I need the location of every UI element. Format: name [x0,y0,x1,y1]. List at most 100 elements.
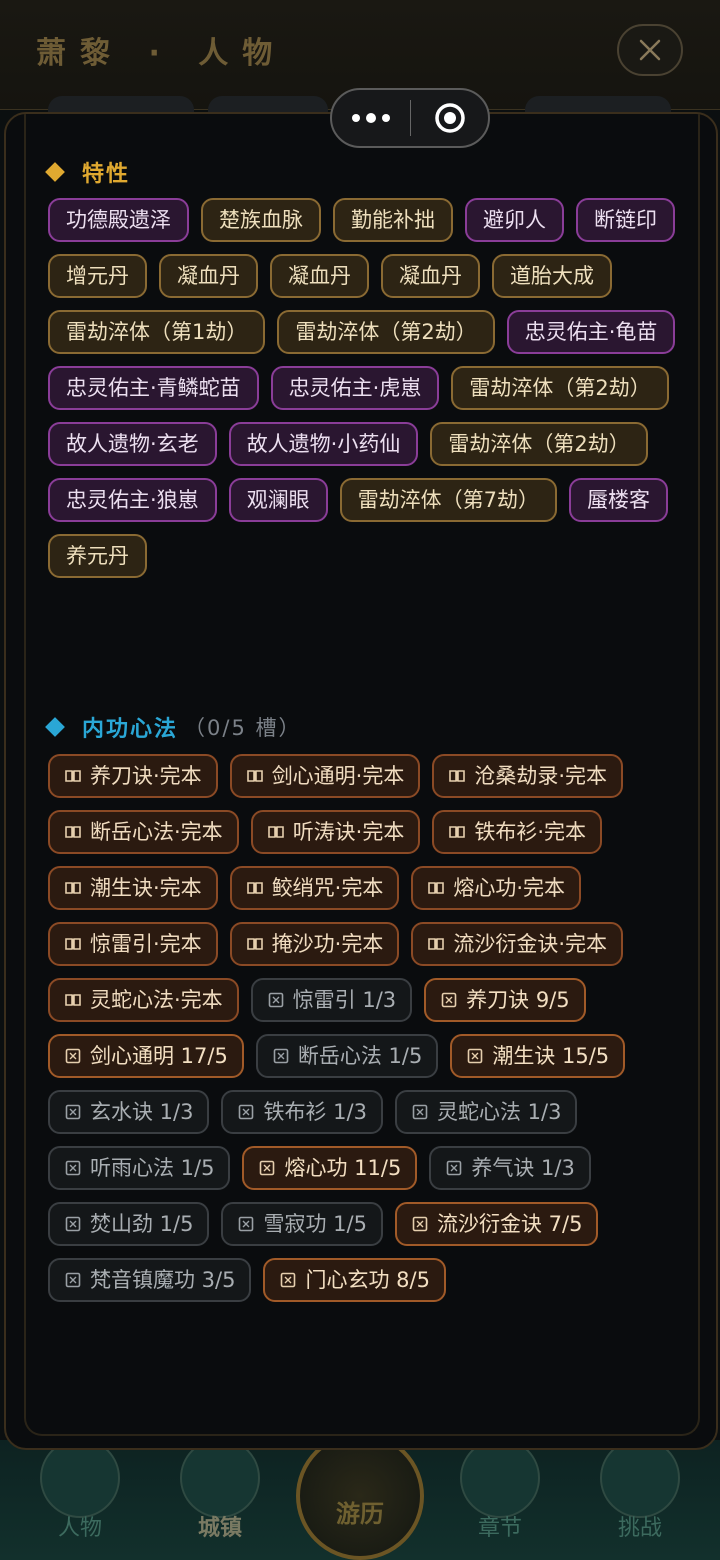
trait-tag[interactable]: 道胎大成 [492,254,612,298]
trait-tag[interactable]: 避卯人 [465,198,564,242]
trait-tag[interactable]: 故人遗物·玄老 [48,422,217,466]
nav-item-chapter[interactable]: 章节 [450,1438,550,1560]
manual-tag[interactable]: 灵蛇心法·完本 [48,978,239,1022]
manual-tag[interactable]: 惊雷引·完本 [48,922,218,966]
trait-tag[interactable]: 雷劫淬体（第2劫） [451,366,669,410]
fragment-tag[interactable]: 断岳心法 1/5 [255,1034,439,1078]
trait-label: 凝血丹 [288,264,351,288]
fragment-tag[interactable]: 铁布衫 1/3 [221,1090,383,1134]
trait-label: 故人遗物·小药仙 [246,432,401,456]
trait-tag[interactable]: 凝血丹 [381,254,480,298]
town-nav-icon [180,1438,260,1518]
chapter-nav-icon [460,1438,540,1518]
nav-label: 人物 [57,1516,102,1541]
target-icon [434,103,465,133]
fragment-icon [412,1104,428,1120]
manual-tag[interactable]: 听涛诀·完本 [250,810,421,854]
page-title: 萧黎 · 人物 [36,36,287,71]
trait-tag[interactable]: 忠灵佑主·龟苗 [506,310,676,354]
neigong-label: 掩沙功·完本 [271,932,384,956]
book-icon [449,826,466,838]
fragment-icon [268,992,283,1008]
fragment-icon [468,1048,483,1064]
trait-label: 雷劫淬体（第1劫） [66,320,248,344]
trait-tag[interactable]: 雷劫淬体（第7劫） [339,478,558,522]
fragment-tag[interactable]: 熔心功 11/5 [242,1146,418,1190]
neigong-section-header: 内功心法 （0/5 槽） [45,711,302,743]
traits-list: 功德殿遗泽 楚族血脉 勤能补拙 避卯人 断链印 增元丹 凝血丹 凝血丹 凝血丹 道胎大成 雷劫淬体（… [48,198,688,590]
trait-tag[interactable]: 养元丹 [48,534,147,578]
trait-tag[interactable]: 忠灵佑主·虎崽 [270,366,440,410]
trait-label: 蜃楼客 [587,488,651,512]
diamond-icon [45,717,65,737]
manual-tag[interactable]: 剑心通明·完本 [229,754,421,798]
manual-tag[interactable]: 掩沙功·完本 [229,922,400,966]
neigong-label: 鲛绡咒·完本 [271,876,384,900]
trait-label: 雷劫淬体（第2劫） [448,432,630,456]
manual-tag[interactable]: 潮生诀·完本 [48,866,218,910]
manual-tag[interactable]: 沧桑劫录·完本 [432,754,624,798]
manual-tag[interactable]: 铁布衫·完本 [432,810,603,854]
trait-tag[interactable]: 凝血丹 [159,254,258,298]
trait-tag[interactable]: 凝血丹 [270,254,369,298]
trait-tag[interactable]: 断链印 [576,198,675,242]
neigong-label: 惊雷引 1/3 [292,988,397,1012]
manual-tag[interactable]: 鲛绡咒·完本 [229,866,400,910]
fragment-tag[interactable]: 门心玄功 8/5 [263,1258,446,1302]
fragment-icon [412,1216,428,1232]
nav-label: 章节 [477,1516,522,1541]
nav-item-character[interactable]: 人物 [30,1438,130,1560]
trait-tag[interactable]: 增元丹 [48,254,147,298]
fragment-tag[interactable]: 梵音镇魔功 3/5 [48,1258,252,1302]
fragment-tag[interactable]: 雪寂功 1/5 [221,1202,383,1246]
neigong-label: 惊雷引·完本 [90,932,202,956]
fragment-tag[interactable]: 剑心通明 17/5 [48,1034,244,1078]
book-icon [267,826,284,838]
trait-label: 故人遗物·玄老 [66,432,199,456]
neigong-label: 焚山劲 1/5 [90,1212,194,1236]
manual-tag[interactable]: 流沙衍金诀·完本 [411,922,624,966]
neigong-label: 断岳心法·完本 [90,820,223,844]
trait-tag[interactable]: 功德殿遗泽 [48,198,189,242]
fragment-tag[interactable]: 焚山劲 1/5 [48,1202,210,1246]
manual-tag[interactable]: 断岳心法·完本 [48,810,239,854]
trait-label: 雷劫淬体（第2劫） [295,320,477,344]
more-dots-icon[interactable] [332,112,410,123]
fragment-tag[interactable]: 灵蛇心法 1/3 [394,1090,578,1134]
fragment-tag[interactable]: 潮生诀 15/5 [450,1034,626,1078]
fragment-tag[interactable]: 养刀诀 9/5 [424,978,586,1022]
close-icon [639,39,661,61]
manual-tag[interactable]: 养刀诀·完本 [48,754,218,798]
neigong-label: 养刀诀·完本 [90,764,202,788]
manual-tag[interactable]: 熔心功·完本 [411,866,582,910]
neigong-label: 梵音镇魔功 3/5 [90,1268,236,1292]
fragment-tag[interactable]: 玄水诀 1/3 [48,1090,210,1134]
trait-tag[interactable]: 忠灵佑主·狼崽 [48,478,217,522]
neigong-label: 剑心通明 17/5 [90,1044,228,1068]
fragment-tag[interactable]: 流沙衍金诀 7/5 [394,1202,599,1246]
trait-tag[interactable]: 楚族血脉 [201,198,321,242]
fragment-tag[interactable]: 养气诀 1/3 [429,1146,591,1190]
trait-label: 养元丹 [66,544,129,568]
trait-label: 断链印 [594,208,657,232]
trait-label: 勤能补拙 [351,208,435,232]
trait-tag[interactable]: 蜃楼客 [569,478,669,522]
fragment-tag[interactable]: 听雨心法 1/5 [48,1146,231,1190]
capsule-exit-button[interactable] [411,101,488,135]
fragment-tag[interactable]: 惊雷引 1/3 [250,978,413,1022]
trait-tag[interactable]: 故人遗物·小药仙 [228,422,419,466]
trait-tag[interactable]: 雷劫淬体（第2劫） [430,422,648,466]
nav-item-town[interactable]: 城镇 [170,1438,270,1560]
trait-tag[interactable]: 雷劫淬体（第2劫） [277,310,495,354]
trait-tag[interactable]: 观澜眼 [228,478,328,522]
trait-tag[interactable]: 忠灵佑主·青鳞蛇苗 [48,366,259,410]
nav-item-travel[interactable]: 游历 [296,1432,424,1560]
trait-tag[interactable]: 雷劫淬体（第1劫） [48,310,266,354]
trait-label: 忠灵佑主·龟苗 [524,320,658,344]
close-button[interactable] [617,24,683,76]
nav-item-challenge[interactable]: 挑战 [590,1438,690,1560]
trait-label: 增元丹 [66,264,129,288]
trait-tag[interactable]: 勤能补拙 [333,198,453,242]
traits-section-header: 特性 [45,156,130,188]
fragment-icon [239,1104,254,1120]
